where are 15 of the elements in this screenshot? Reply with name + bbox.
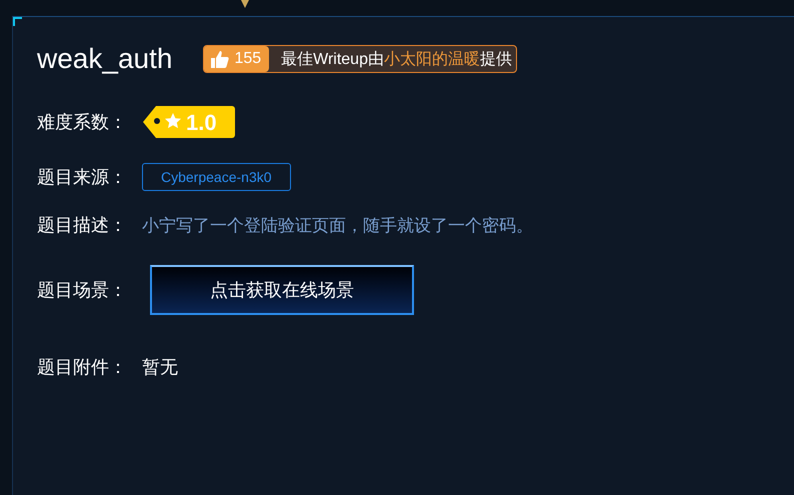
ornament-icon	[241, 0, 249, 8]
difficulty-tag: 1.0	[142, 105, 236, 139]
attachment-text: 暂无	[142, 356, 178, 379]
field-label: 题目描述：	[37, 214, 128, 237]
description-text: 小宁写了一个登陆验证页面，随手就设了一个密码。	[142, 214, 533, 236]
field-label: 难度系数：	[37, 111, 128, 134]
field-label: 题目来源：	[37, 166, 128, 189]
field-label: 题目场景：	[37, 279, 128, 302]
challenge-title: weak_auth	[37, 43, 172, 75]
field-label: 题目附件：	[37, 356, 128, 379]
corner-mark	[13, 17, 22, 26]
thumbs-up-icon	[210, 49, 230, 69]
source-tag: Cyberpeace-n3k0	[142, 163, 291, 191]
get-scene-button[interactable]: 点击获取在线场景	[150, 265, 414, 315]
writeup-credit: 最佳Writeup由小太阳的温暖提供	[280, 50, 513, 70]
